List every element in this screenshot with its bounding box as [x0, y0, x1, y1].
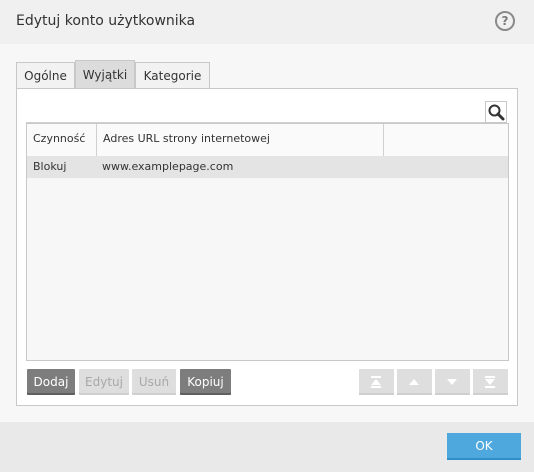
- search-button[interactable]: [485, 101, 507, 123]
- table-header: Czynność Adres URL strony internetowej: [27, 124, 508, 157]
- help-button[interactable]: ?: [495, 11, 515, 31]
- column-header-url[interactable]: Adres URL strony internetowej: [97, 124, 384, 156]
- search-icon: [488, 104, 505, 121]
- move-bottom-button[interactable]: [473, 369, 508, 395]
- move-up-icon: [409, 379, 419, 385]
- move-down-icon: [447, 379, 457, 385]
- row-action: Blokuj: [33, 160, 67, 173]
- copy-button[interactable]: Kopiuj: [180, 369, 231, 395]
- move-top-icon: [371, 376, 381, 388]
- window-title: Edytuj konto użytkownika: [16, 13, 196, 29]
- row-url: www.examplepage.com: [102, 160, 234, 173]
- move-up-button[interactable]: [397, 369, 432, 395]
- column-header-empty: [384, 124, 508, 156]
- tab-categories[interactable]: Kategorie: [135, 62, 210, 88]
- tab-general[interactable]: Ogólne: [16, 62, 75, 88]
- ok-button[interactable]: OK: [447, 433, 521, 460]
- add-button[interactable]: Dodaj: [27, 369, 75, 395]
- remove-button[interactable]: Usuń: [132, 369, 176, 395]
- tab-exceptions[interactable]: Wyjątki: [75, 60, 135, 88]
- column-header-action[interactable]: Czynność: [27, 124, 97, 156]
- table-row[interactable]: Blokuj www.examplepage.com: [27, 156, 508, 178]
- move-top-button[interactable]: [359, 369, 394, 395]
- edit-button[interactable]: Edytuj: [79, 369, 129, 395]
- title-bar: Edytuj konto użytkownika ?: [0, 0, 534, 44]
- move-bottom-icon: [485, 376, 495, 388]
- move-down-button[interactable]: [435, 369, 470, 395]
- exceptions-table: Czynność Adres URL strony internetowej B…: [26, 123, 509, 361]
